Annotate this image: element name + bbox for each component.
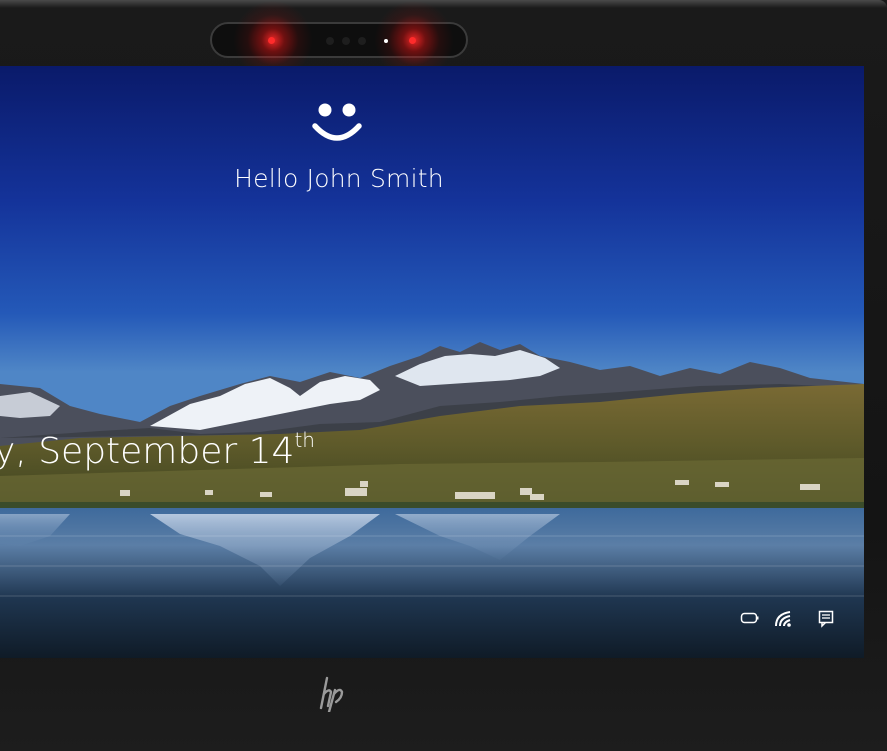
notification-icon[interactable] [818, 610, 834, 628]
greeting-text: Hello John Smith [234, 164, 444, 193]
clock-time: 0 [0, 328, 3, 424]
lock-date: y, September 14th [0, 428, 315, 472]
camera-bar [210, 0, 468, 80]
ir-emitter-right [409, 37, 416, 44]
camera-sensor [326, 37, 334, 45]
date-text: y, September 14 [0, 431, 295, 472]
lake-mountain-wallpaper [0, 66, 864, 658]
date-suffix: th [294, 428, 315, 452]
wifi-icon[interactable] [774, 610, 794, 628]
hp-logo [319, 676, 344, 712]
camera-indicator-led [384, 39, 388, 43]
windows-hello-face-icon [312, 103, 362, 141]
ir-emitter-left [268, 37, 275, 44]
lock-screen[interactable]: Hello John Smith 0 y, September 14th [0, 66, 864, 658]
camera-sensor-2 [358, 37, 366, 45]
laptop-device: Hello John Smith 0 y, September 14th [0, 0, 887, 751]
battery-icon[interactable] [740, 610, 760, 626]
camera-lens [342, 37, 350, 45]
